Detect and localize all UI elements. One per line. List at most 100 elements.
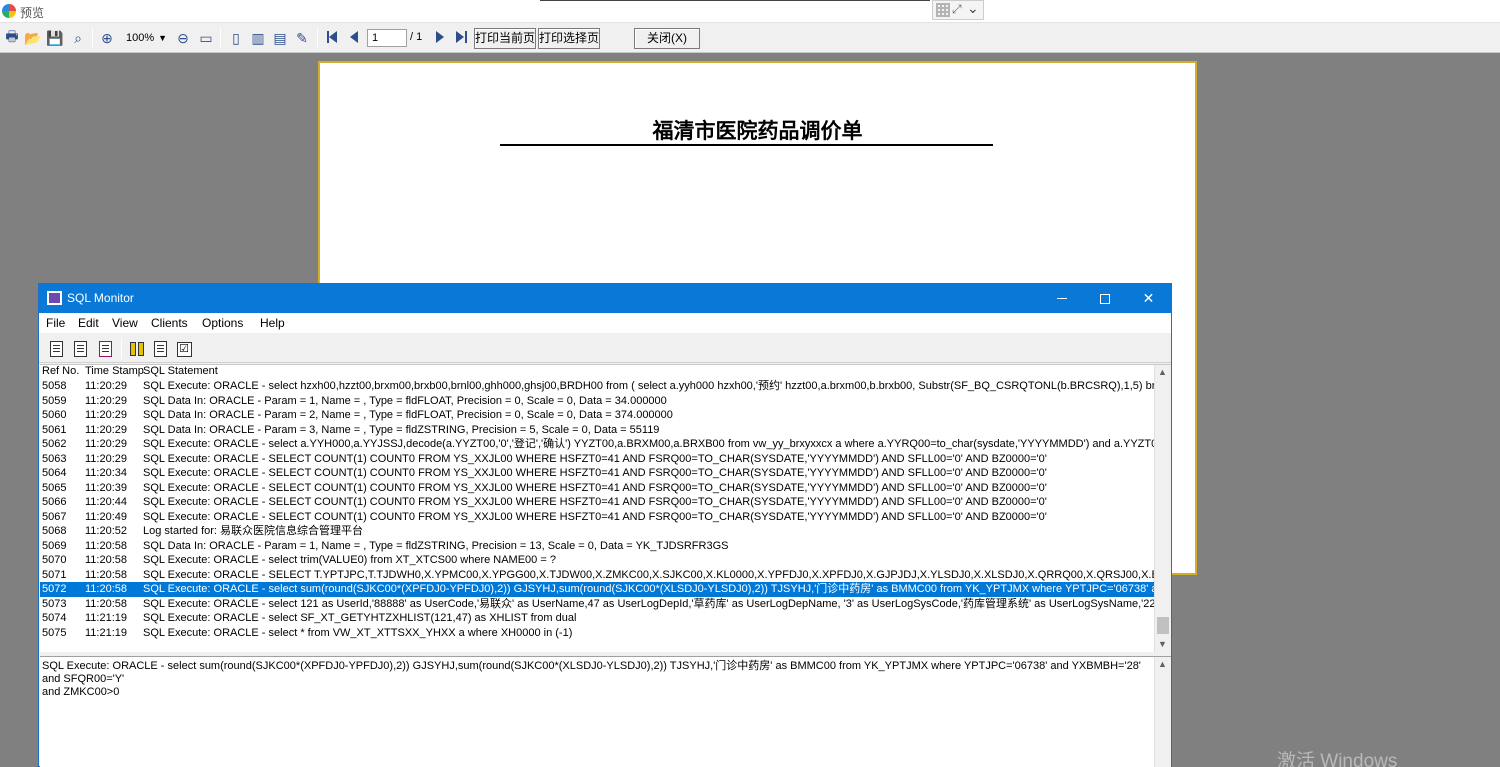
last-page-bar xyxy=(465,31,467,43)
minimize-button[interactable] xyxy=(1039,284,1084,313)
log-sql-statement: SQL Execute: ORACLE - select sum(round(S… xyxy=(143,583,1154,595)
activate-windows-watermark: 激活 Windows xyxy=(1277,751,1398,767)
next-page-icon[interactable] xyxy=(436,31,444,43)
log-row[interactable]: 5059 11:20:29 SQL Data In: ORACLE - Param … xyxy=(40,394,1154,409)
column-sql-statement[interactable]: SQL Statement xyxy=(143,365,218,377)
sql-detail-line: and ZMKC00>0 xyxy=(42,686,120,698)
window-control-box[interactable]: ⤢ ⌄ xyxy=(932,0,984,20)
close-button[interactable]: 关闭(X) xyxy=(634,28,700,49)
sql-log-list[interactable]: Ref No. Time Stamp SQL Statement 5058 11:… xyxy=(40,364,1171,652)
app-logo-icon xyxy=(2,4,16,18)
maximize-button[interactable] xyxy=(1082,284,1127,313)
first-page-icon[interactable] xyxy=(329,31,337,43)
log-row[interactable]: 5067 11:20:49 SQL Execute: ORACLE - SELECT… xyxy=(40,510,1154,525)
sql-detail-text: SQL Execute: ORACLE - select sum(round(S… xyxy=(42,660,1142,699)
fit-page-icon[interactable]: ▭ xyxy=(197,29,215,47)
clients-button[interactable] xyxy=(150,339,170,359)
print-icon[interactable]: 🖶 xyxy=(3,28,21,47)
log-sql-statement: SQL Execute: ORACLE - select a.YYH000,a.… xyxy=(143,438,1154,450)
log-row[interactable]: 5065 11:20:39 SQL Execute: ORACLE - SELECT… xyxy=(40,481,1154,496)
log-rows: 5058 11:20:29 SQL Execute: ORACLE - select… xyxy=(40,379,1154,640)
maximize-icon xyxy=(1099,293,1110,304)
menu-view[interactable]: View xyxy=(112,316,138,330)
scroll-thumb[interactable] xyxy=(1157,617,1169,634)
log-row[interactable]: 5071 11:20:58 SQL Execute: ORACLE - SELECT… xyxy=(40,568,1154,583)
log-sql-statement: SQL Execute: ORACLE - select * from VW_X… xyxy=(143,626,573,639)
menu-options[interactable]: Options xyxy=(202,316,243,330)
clear-icon xyxy=(98,341,112,357)
log-ref-no: 5063 xyxy=(42,452,67,465)
scroll-down-icon[interactable]: ▼ xyxy=(1158,639,1167,649)
log-time-stamp: 11:20:39 xyxy=(85,481,128,494)
log-time-stamp: 11:21:19 xyxy=(85,612,128,624)
log-sql-statement: SQL Data In: ORACLE - Param = 1, Name = … xyxy=(143,539,729,552)
log-time-stamp: 11:20:29 xyxy=(85,394,128,407)
save-icon[interactable]: 💾 xyxy=(46,29,64,47)
log-row[interactable]: 5062 11:20:29 SQL Execute: ORACLE - select… xyxy=(40,437,1154,452)
log-ref-no: 5065 xyxy=(42,481,67,494)
pause-button[interactable] xyxy=(127,339,147,359)
log-row[interactable]: 5063 11:20:29 SQL Execute: ORACLE - SELECT… xyxy=(40,452,1154,467)
prev-page-icon[interactable] xyxy=(350,31,358,43)
log-time-stamp: 11:20:34 xyxy=(85,467,128,479)
log-row[interactable]: 5058 11:20:29 SQL Execute: ORACLE - select… xyxy=(40,379,1154,394)
copy-icon xyxy=(73,341,87,357)
menu-file[interactable]: File xyxy=(46,316,65,330)
log-row[interactable]: 5064 11:20:34 SQL Execute: ORACLE - SELECT… xyxy=(40,466,1154,481)
grid-icon[interactable] xyxy=(936,3,950,17)
expand-icon[interactable]: ⤢ xyxy=(952,2,962,17)
window-close-button[interactable]: ✕ xyxy=(1126,284,1171,313)
dropdown-arrow-icon[interactable]: ▼ xyxy=(158,30,167,47)
sql-detail-line: SQL Execute: ORACLE - select sum(round(S… xyxy=(42,660,1141,685)
column-time-stamp[interactable]: Time Stamp xyxy=(85,365,144,377)
detail-scrollbar[interactable]: ▲ xyxy=(1154,657,1171,767)
log-row[interactable]: 5066 11:20:44 SQL Execute: ORACLE - SELECT… xyxy=(40,495,1154,510)
sql-monitor-title-bar[interactable]: SQL Monitor ✕ xyxy=(39,284,1171,313)
page-number-input[interactable]: 1 xyxy=(367,29,407,47)
log-row[interactable]: 5073 11:20:58 SQL Execute: ORACLE - select… xyxy=(40,597,1154,612)
last-page-icon[interactable] xyxy=(456,31,464,43)
zoom-out-icon[interactable]: ⊖ xyxy=(174,29,192,47)
log-row[interactable]: 5070 11:20:58 SQL Execute: ORACLE - select… xyxy=(40,553,1154,568)
log-row[interactable]: 5075 11:21:19 SQL Execute: ORACLE - select… xyxy=(40,626,1154,641)
log-ref-no: 5061 xyxy=(42,423,67,436)
column-ref-no[interactable]: Ref No. xyxy=(42,365,79,377)
log-sql-statement: SQL Data In: ORACLE - Param = 2, Name = … xyxy=(143,409,673,421)
sql-detail-panel[interactable]: SQL Execute: ORACLE - select sum(round(S… xyxy=(40,656,1171,767)
single-page-icon[interactable]: ▯ xyxy=(227,29,245,47)
menu-clients[interactable]: Clients xyxy=(151,316,188,330)
log-list-scrollbar[interactable]: ▲ ▼ xyxy=(1154,365,1171,652)
log-row[interactable]: 5074 11:21:19 SQL Execute: ORACLE - select… xyxy=(40,611,1154,626)
sql-monitor-app-icon xyxy=(47,291,62,305)
preview-title-bar: 预览 ⤢ ⌄ xyxy=(0,0,1500,23)
sql-monitor-window: SQL Monitor ✕ File Edit View Clients Opt… xyxy=(38,283,1172,767)
page-setup-icon[interactable]: ▤ xyxy=(271,29,289,47)
log-ref-no: 5067 xyxy=(42,510,67,523)
clear-button[interactable] xyxy=(95,339,115,359)
log-row[interactable]: 5072 11:20:58 SQL Execute: ORACLE - select… xyxy=(40,582,1154,597)
options-button[interactable]: ☑ xyxy=(174,339,194,359)
zoom-select[interactable]: 100% ▼ xyxy=(123,30,169,47)
print-selected-pages-button[interactable]: 打印选择页 xyxy=(538,28,600,49)
scroll-up-icon[interactable]: ▲ xyxy=(1158,367,1167,377)
scroll-up-icon[interactable]: ▲ xyxy=(1158,659,1167,669)
print-current-page-button[interactable]: 打印当前页 xyxy=(474,28,536,49)
log-ref-no: 5074 xyxy=(42,612,67,624)
find-binoculars-icon[interactable]: ⌕ xyxy=(69,29,87,47)
two-page-icon[interactable]: ▥ xyxy=(249,29,267,47)
log-sql-statement: Log started for: 易联众医院信息综合管理平台 xyxy=(143,525,364,537)
menu-help[interactable]: Help xyxy=(260,316,285,330)
zoom-in-icon[interactable]: ⊕ xyxy=(98,29,116,47)
menu-edit[interactable]: Edit xyxy=(78,316,99,330)
save-log-button[interactable] xyxy=(46,339,66,359)
log-row[interactable]: 5068 11:20:52 Log started for: 易联众医院信息综合管理… xyxy=(40,524,1154,539)
log-time-stamp: 11:20:29 xyxy=(85,438,128,450)
sql-monitor-title: SQL Monitor xyxy=(67,291,134,305)
log-row[interactable]: 5061 11:20:29 SQL Data In: ORACLE - Param … xyxy=(40,423,1154,438)
copy-button[interactable] xyxy=(70,339,90,359)
open-folder-icon[interactable]: 📂 xyxy=(24,29,42,47)
log-row[interactable]: 5060 11:20:29 SQL Data In: ORACLE - Param … xyxy=(40,408,1154,423)
log-row[interactable]: 5069 11:20:58 SQL Data In: ORACLE - Param … xyxy=(40,539,1154,554)
edit-icon[interactable]: ✎ xyxy=(293,29,311,47)
chevron-down-icon[interactable]: ⌄ xyxy=(967,0,979,17)
